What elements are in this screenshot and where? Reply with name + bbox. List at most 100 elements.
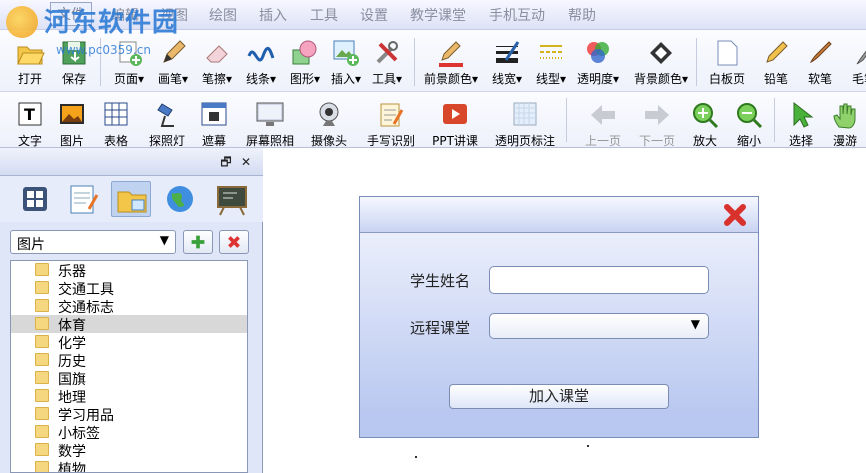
soft-pen-label: 软笔 bbox=[807, 72, 832, 86]
brush-button[interactable]: 毛笔 bbox=[844, 38, 866, 87]
add-category-button[interactable] bbox=[183, 230, 213, 254]
tree-item[interactable]: 体育 bbox=[11, 315, 247, 334]
menu-mobile[interactable]: 手机互动 bbox=[489, 5, 545, 25]
tree-item[interactable]: 地理 bbox=[11, 387, 247, 406]
tree-item[interactable]: 小标签 bbox=[11, 423, 247, 442]
tab-notes[interactable] bbox=[63, 181, 103, 217]
bg-color-button[interactable]: 背景颜色▾ bbox=[630, 38, 692, 87]
image-button[interactable]: 图片 bbox=[52, 100, 92, 149]
folder-icon bbox=[117, 191, 147, 213]
student-name-input[interactable] bbox=[489, 266, 709, 294]
soft-pen-button[interactable]: 软笔 bbox=[800, 38, 840, 87]
category-select[interactable]: 图片 ▼ bbox=[10, 230, 176, 254]
insert-label: 插入 bbox=[330, 72, 355, 86]
line-button[interactable]: 线条▾ bbox=[240, 38, 282, 87]
cursor-arrow-icon bbox=[793, 101, 814, 128]
close-icon[interactable]: ✕ bbox=[238, 154, 254, 170]
menu-settings[interactable]: 设置 bbox=[360, 5, 388, 25]
tab-web[interactable] bbox=[160, 181, 200, 217]
pencil-button[interactable]: 铅笔 bbox=[756, 38, 796, 87]
next-page-button[interactable]: 下一页 bbox=[634, 100, 680, 149]
text-button[interactable]: T 文字 bbox=[10, 100, 50, 149]
shape-button[interactable]: 图形▾ bbox=[284, 38, 326, 87]
tree-item[interactable]: 学习用品 bbox=[11, 405, 247, 424]
pencil-label: 铅笔 bbox=[763, 72, 788, 86]
menu-tools[interactable]: 工具 bbox=[310, 5, 338, 25]
line-style-button[interactable]: 线型▾ bbox=[530, 38, 572, 87]
tree-item[interactable]: 植物 bbox=[11, 459, 247, 472]
tools-button[interactable]: 工具▾ bbox=[366, 38, 408, 87]
tree-item-label: 交通标志 bbox=[58, 300, 114, 316]
hand-icon bbox=[833, 103, 856, 129]
tree-item-label: 学习用品 bbox=[58, 408, 114, 424]
open-button[interactable]: 打开 bbox=[10, 38, 50, 87]
folder-icon bbox=[35, 443, 49, 456]
tree-item[interactable]: 数学 bbox=[11, 441, 247, 460]
pencil-color-icon bbox=[439, 41, 463, 67]
join-class-button[interactable]: 加入课堂 bbox=[449, 384, 669, 409]
menu-classroom[interactable]: 教学课堂 bbox=[410, 5, 466, 25]
pen-button[interactable]: 画笔▾ bbox=[152, 38, 194, 87]
zoom-out-label: 缩小 bbox=[736, 134, 761, 148]
restore-icon[interactable]: 🗗 bbox=[218, 154, 234, 170]
zoom-out-button[interactable]: 缩小 bbox=[732, 100, 766, 149]
remote-class-select[interactable]: ▼ bbox=[489, 313, 709, 339]
resource-panel: 🗗 ✕ 图片 ▼ 乐器 交通工具交通标志体育化学历史 国旗地理学习用品小标签 数学 植物 bbox=[0, 148, 263, 473]
transparent-page-icon bbox=[513, 102, 537, 126]
student-name-label: 学生姓名 bbox=[410, 272, 471, 290]
camera-button[interactable]: 摄像头 bbox=[308, 100, 350, 149]
tree-item[interactable]: 国旗 bbox=[11, 369, 247, 388]
menu-help[interactable]: 帮助 bbox=[568, 5, 596, 25]
table-label: 表格 bbox=[103, 134, 128, 148]
tools-icon bbox=[376, 41, 398, 64]
tab-blackboard[interactable] bbox=[212, 181, 252, 217]
tree-item-label: 体育 bbox=[58, 318, 86, 334]
roam-label: 漫游 bbox=[832, 134, 857, 148]
fg-color-button[interactable]: 前景颜色▾ bbox=[420, 38, 482, 87]
eraser-label: 笔擦 bbox=[201, 72, 226, 86]
prev-page-button[interactable]: 上一页 bbox=[580, 100, 626, 149]
whiteboard-button[interactable]: 白板页 bbox=[704, 38, 750, 87]
line-width-button[interactable]: 线宽▾ bbox=[486, 38, 528, 87]
tree-item[interactable]: 乐器 bbox=[11, 261, 247, 280]
monitor-icon bbox=[256, 102, 284, 126]
tree-item-label: 小标签 bbox=[58, 426, 100, 442]
opacity-button[interactable]: 透明度▾ bbox=[574, 38, 622, 87]
menu-insert[interactable]: 插入 bbox=[259, 5, 287, 25]
grid-icon bbox=[23, 187, 47, 211]
page-label: 页面 bbox=[113, 72, 138, 86]
ppt-button[interactable]: PPT讲课 bbox=[428, 100, 482, 149]
tree-item[interactable]: 交通工具 bbox=[11, 279, 247, 298]
watermark-logo: 河东软件园 bbox=[0, 2, 205, 44]
tree-item[interactable]: 历史 bbox=[11, 351, 247, 370]
select-button[interactable]: 选择 bbox=[784, 100, 818, 149]
eraser-button[interactable]: 笔擦▾ bbox=[196, 38, 238, 87]
tree-item[interactable]: 交通标志 bbox=[11, 297, 247, 316]
line-width-icon bbox=[496, 41, 520, 63]
delete-category-button[interactable] bbox=[219, 230, 249, 254]
tab-folder[interactable] bbox=[111, 181, 151, 217]
bg-color-label: 背景颜色 bbox=[633, 72, 682, 86]
tree-item-label: 历史 bbox=[58, 354, 86, 370]
insert-button[interactable]: 插入▾ bbox=[325, 38, 367, 87]
tree-item-label: 地理 bbox=[58, 390, 86, 406]
tab-grid[interactable] bbox=[15, 181, 55, 217]
notepad-icon bbox=[70, 185, 99, 214]
table-button[interactable]: 表格 bbox=[96, 100, 136, 149]
folder-icon bbox=[35, 461, 49, 472]
roam-button[interactable]: 漫游 bbox=[828, 100, 862, 149]
spotlight-button[interactable]: 探照灯 bbox=[144, 100, 190, 149]
menu-draw[interactable]: 绘图 bbox=[209, 5, 237, 25]
screenshot-button[interactable]: 屏幕照相 bbox=[244, 100, 296, 149]
tree-item[interactable]: 化学 bbox=[11, 333, 247, 352]
curtain-button[interactable]: 遮幕 bbox=[194, 100, 234, 149]
folder-icon bbox=[35, 407, 49, 420]
transparent-annotate-button[interactable]: 透明页标注 bbox=[492, 100, 558, 149]
tree-item-label: 化学 bbox=[58, 336, 86, 352]
opacity-icon bbox=[587, 42, 609, 63]
zoom-in-button[interactable]: 放大 bbox=[688, 100, 722, 149]
folder-icon bbox=[35, 353, 49, 366]
canvas-speck bbox=[415, 456, 417, 458]
handwriting-button[interactable]: 手写识别 bbox=[364, 100, 418, 149]
close-icon[interactable] bbox=[722, 202, 748, 228]
